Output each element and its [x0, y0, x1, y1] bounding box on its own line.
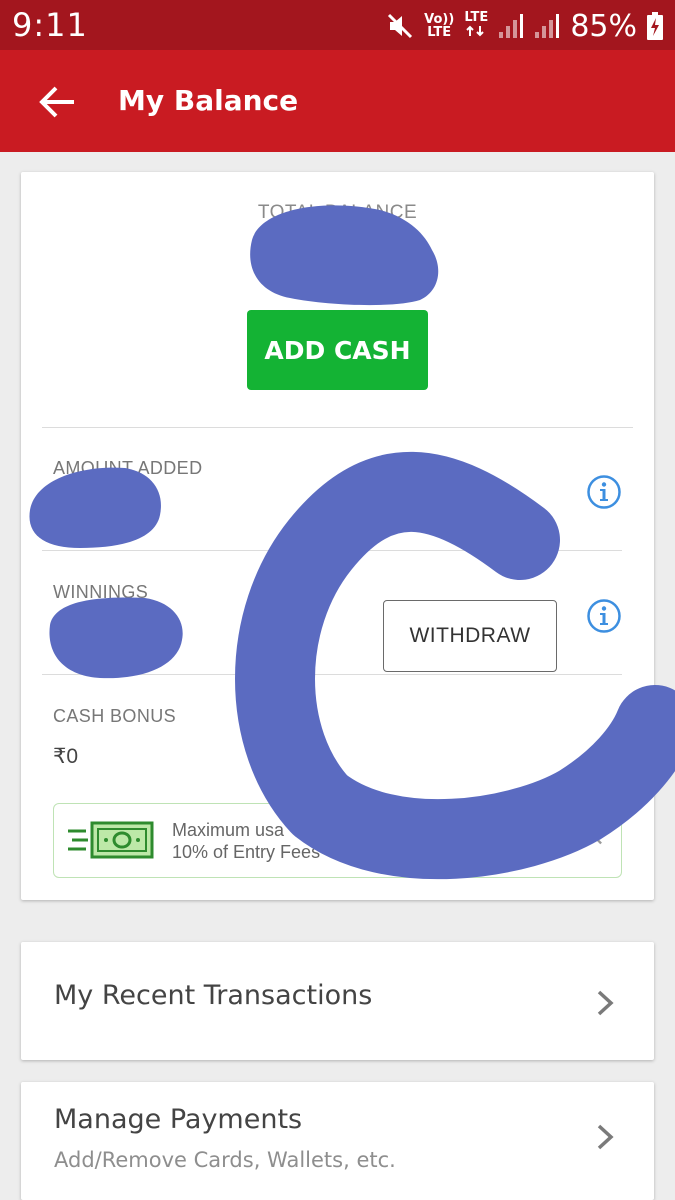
status-bar: 9:11 Vo)) LTE LTE 85%: [0, 0, 675, 50]
status-icons: Vo)) LTE LTE 85%: [386, 6, 663, 46]
signal-icon-2: [535, 14, 560, 38]
cash-bonus-value: ₹0: [53, 745, 79, 768]
manage-payments-label: Manage Payments: [54, 1104, 303, 1135]
cash-note-icon: [68, 821, 154, 859]
winnings-label: WINNINGS: [53, 582, 149, 602]
divider: [42, 427, 633, 428]
cash-bonus-note: Maximum usa 10% of Entry Fees ✕: [53, 803, 622, 878]
balance-card: TOTAL BALANCE ADD CASH AMOUNT ADDED WINN…: [21, 172, 654, 900]
volte-icon: Vo)) LTE: [424, 12, 455, 40]
note-text-line1: Maximum usa: [172, 820, 285, 840]
add-cash-button[interactable]: ADD CASH: [247, 310, 428, 390]
battery-charging-icon: [647, 12, 663, 40]
back-arrow-icon[interactable]: [38, 82, 78, 122]
chevron-right-icon: [597, 1124, 614, 1150]
divider: [42, 674, 622, 675]
lte-data-icon: LTE: [464, 11, 488, 42]
manage-payments-item[interactable]: Manage Payments Add/Remove Cards, Wallet…: [21, 1082, 654, 1200]
battery-percent: 85%: [570, 8, 637, 44]
recent-transactions-label: My Recent Transactions: [54, 980, 373, 1011]
mute-icon: [388, 13, 413, 39]
recent-transactions-item[interactable]: My Recent Transactions: [21, 942, 654, 1060]
amount-added-label: AMOUNT ADDED: [53, 458, 203, 478]
manage-payments-subtitle: Add/Remove Cards, Wallets, etc.: [54, 1148, 396, 1172]
chevron-right-icon: [597, 990, 614, 1016]
note-text-line2: 10% of Entry Fees: [172, 842, 321, 862]
divider: [42, 550, 622, 551]
total-balance-label: TOTAL BALANCE: [257, 202, 418, 223]
close-icon[interactable]: ✕: [585, 824, 605, 853]
info-icon-winnings[interactable]: [586, 598, 622, 634]
page-title: My Balance: [118, 84, 299, 117]
app-bar: My Balance: [0, 50, 675, 152]
signal-icon-1: [499, 14, 524, 38]
cash-bonus-label: CASH BONUS: [53, 706, 177, 726]
withdraw-button[interactable]: WITHDRAW: [383, 600, 557, 672]
info-icon-amount-added[interactable]: [586, 474, 622, 510]
status-time: 9:11: [12, 6, 88, 44]
